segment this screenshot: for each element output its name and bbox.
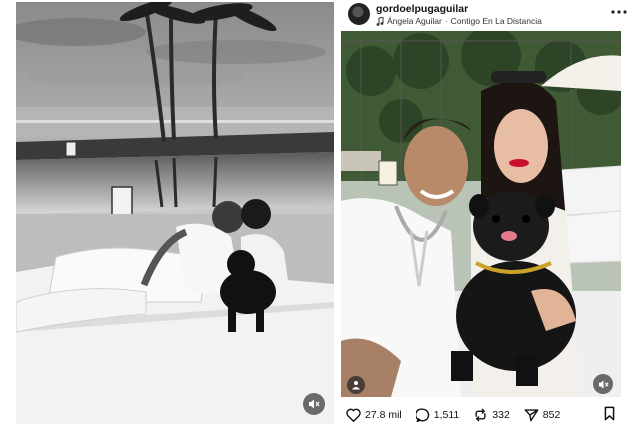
save-button[interactable] xyxy=(603,406,616,426)
song-separator: · xyxy=(444,16,448,26)
bookmark-icon[interactable] xyxy=(603,406,616,421)
person-tag-icon xyxy=(352,381,360,390)
repost-action[interactable]: 332 xyxy=(473,408,510,422)
post-photo[interactable] xyxy=(341,31,621,397)
heart-icon[interactable] xyxy=(346,408,361,422)
action-bar: 27.8 mil 1,511 332 852 xyxy=(346,405,616,425)
like-action[interactable]: 27.8 mil xyxy=(346,408,402,422)
more-options-button[interactable] xyxy=(608,2,630,22)
repost-count: 332 xyxy=(492,409,510,421)
comment-action[interactable]: 1,511 xyxy=(415,408,460,422)
like-count: 27.8 mil xyxy=(365,409,402,421)
song-artist: Ángela Aguilar xyxy=(387,16,442,26)
right-mute-button[interactable] xyxy=(593,374,613,394)
share-count: 852 xyxy=(542,409,561,421)
comment-count: 1,511 xyxy=(433,409,460,421)
music-note-icon xyxy=(376,16,384,26)
left-mute-button[interactable] xyxy=(303,393,325,415)
couple-pool-photo-bw xyxy=(16,2,334,424)
tagged-people-button[interactable] xyxy=(347,376,365,394)
send-icon[interactable] xyxy=(524,408,539,422)
share-action[interactable]: 852 xyxy=(524,408,561,422)
avatar[interactable] xyxy=(348,3,370,25)
couple-with-pug-photo xyxy=(341,31,621,397)
comment-bubble-icon[interactable] xyxy=(415,408,430,422)
post-header: gordoelpugaguilar Ángela Aguilar · Conti… xyxy=(340,0,630,30)
song-title: Contigo En La Distancia xyxy=(450,16,542,26)
speaker-muted-icon xyxy=(309,399,320,409)
left-photo xyxy=(16,2,334,424)
speaker-muted-icon xyxy=(598,379,609,389)
song-row[interactable]: Ángela Aguilar · Contigo En La Distancia xyxy=(376,16,542,26)
more-horizontal-icon xyxy=(611,10,627,14)
repost-icon[interactable] xyxy=(473,408,488,422)
username[interactable]: gordoelpugaguilar xyxy=(376,3,468,15)
